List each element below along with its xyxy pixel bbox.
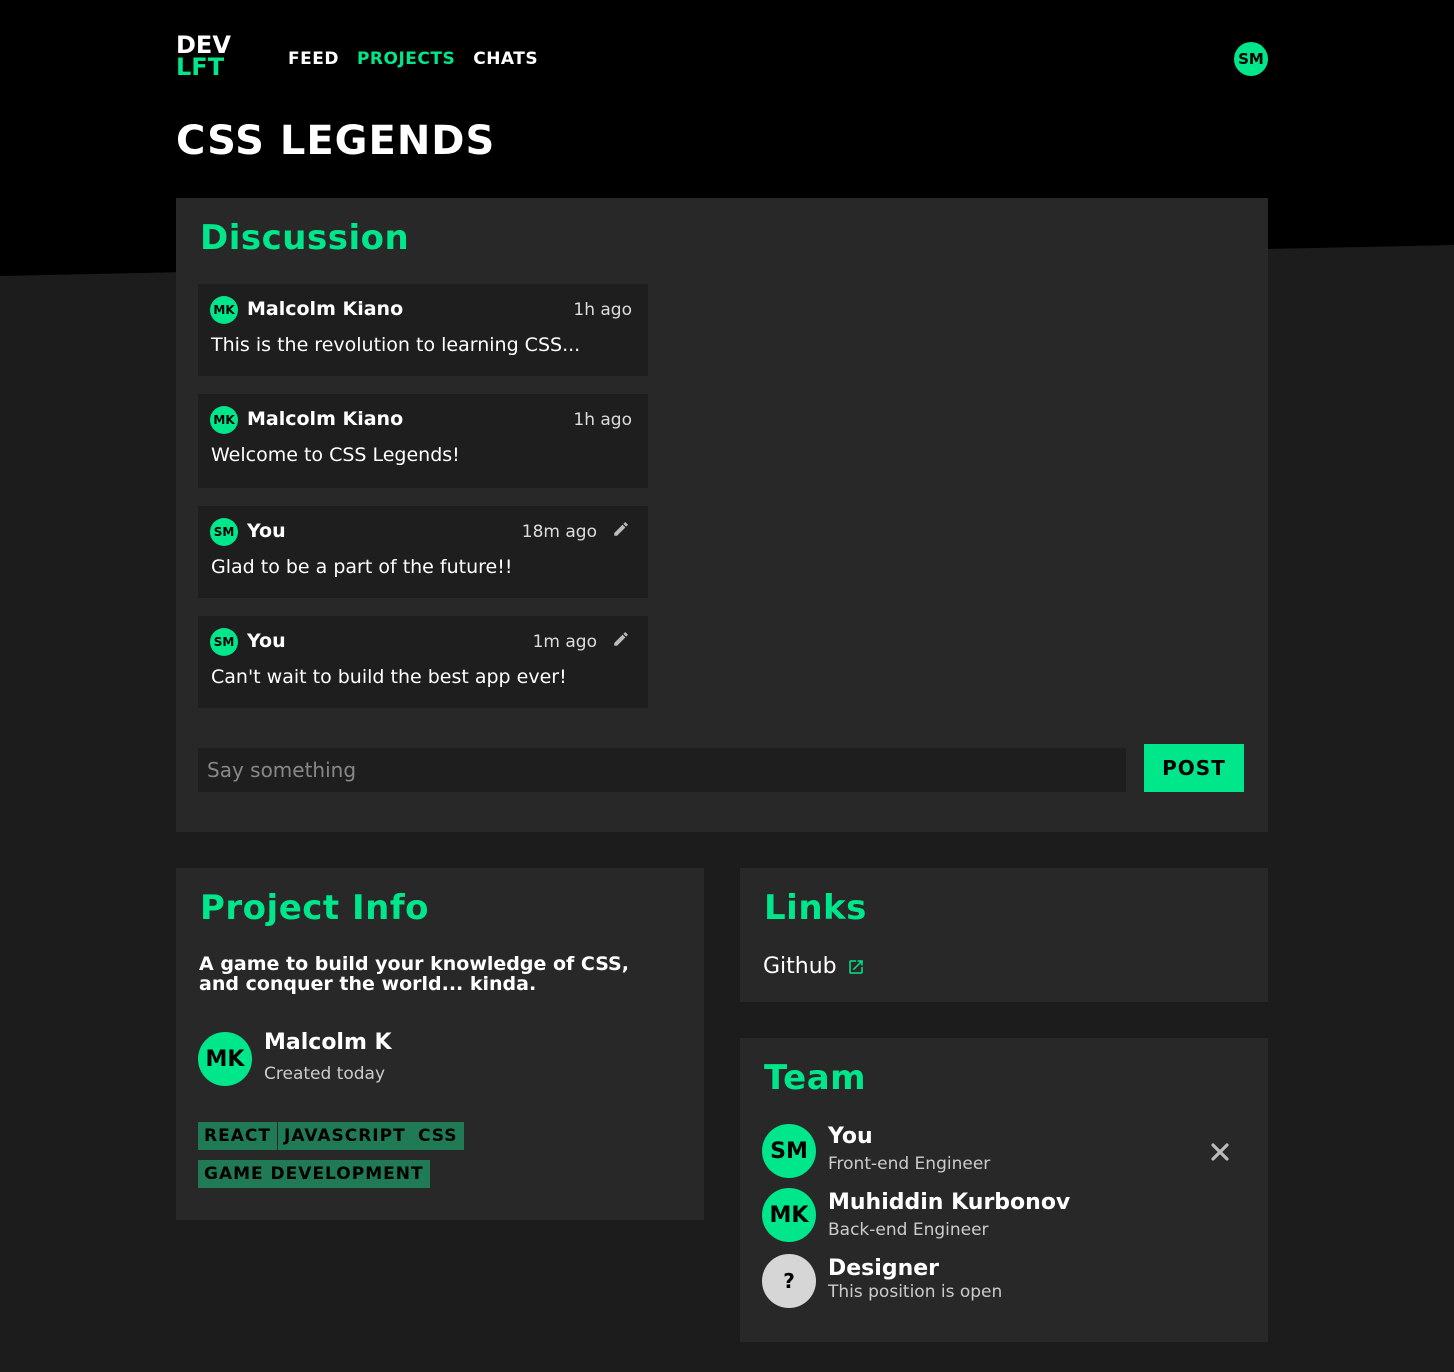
created-date: Created today	[264, 1064, 386, 1084]
main-nav: FEED PROJECTS CHATS	[288, 49, 538, 69]
message-input[interactable]	[198, 748, 1126, 792]
member-role: This position is open	[828, 1282, 1003, 1302]
message-author: You	[247, 520, 286, 542]
message: MK Malcolm Kiano 1h ago This is the revo…	[198, 284, 648, 376]
member-role: Front-end Engineer	[828, 1154, 991, 1174]
user-avatar[interactable]: SM	[1234, 42, 1268, 76]
creator-avatar[interactable]: MK	[198, 1032, 252, 1086]
message-avatar: MK	[210, 296, 238, 324]
discussion-card: Discussion MK Malcolm Kiano 1h ago This …	[176, 198, 1268, 832]
message-text: Can't wait to build the best app ever!	[211, 666, 567, 688]
nav-chats[interactable]: CHATS	[473, 49, 538, 69]
external-link-icon	[848, 959, 863, 974]
team-title: Team	[764, 1058, 867, 1098]
discussion-title: Discussion	[200, 218, 410, 258]
message: SM You 1m ago Can't wait to build the be…	[198, 616, 648, 708]
tag[interactable]: JAVASCRIPT	[278, 1122, 412, 1150]
nav-feed[interactable]: FEED	[288, 49, 339, 69]
message-time: 1h ago	[573, 300, 632, 320]
edit-icon[interactable]	[612, 520, 630, 538]
message-time: 1m ago	[532, 632, 597, 652]
page-title: CSS LEGENDS	[176, 118, 496, 164]
message-avatar: SM	[210, 518, 238, 546]
message-avatar: SM	[210, 628, 238, 656]
tag[interactable]: REACT	[198, 1122, 277, 1150]
member-name[interactable]: Muhiddin Kurbonov	[828, 1190, 1070, 1215]
message-avatar: MK	[210, 406, 238, 434]
post-button[interactable]: POST	[1144, 744, 1244, 792]
message: MK Malcolm Kiano 1h ago Welcome to CSS L…	[198, 394, 648, 488]
tag[interactable]: GAME DEVELOPMENT	[198, 1160, 430, 1188]
member-avatar[interactable]: MK	[762, 1188, 816, 1242]
creator-name[interactable]: Malcolm K	[264, 1030, 392, 1055]
message-author: Malcolm Kiano	[247, 408, 404, 430]
logo[interactable]: DEV LFT	[176, 33, 231, 81]
team-card: Team SM You Front-end Engineer MK Muhidd…	[740, 1038, 1268, 1342]
open-position-avatar[interactable]: ?	[762, 1254, 816, 1308]
message-time: 1h ago	[573, 410, 632, 430]
message-text: This is the revolution to learning CSS..…	[211, 334, 581, 356]
message-text: Welcome to CSS Legends!	[211, 444, 460, 466]
message: SM You 18m ago Glad to be a part of the …	[198, 506, 648, 598]
member-name[interactable]: You	[828, 1124, 873, 1149]
message-author: Malcolm Kiano	[247, 298, 404, 320]
nav-projects[interactable]: PROJECTS	[357, 49, 455, 69]
member-avatar[interactable]: SM	[762, 1124, 816, 1178]
message-text: Glad to be a part of the future!!	[211, 556, 513, 578]
links-card: Links Github	[740, 868, 1268, 1002]
message-time: 18m ago	[521, 522, 597, 542]
edit-icon[interactable]	[612, 630, 630, 648]
close-icon[interactable]	[1208, 1140, 1232, 1164]
links-title: Links	[764, 888, 867, 928]
project-info-card: Project Info A game to build your knowle…	[176, 868, 704, 1220]
project-description: A game to build your knowledge of CSS, a…	[199, 953, 629, 995]
project-info-title: Project Info	[200, 888, 430, 928]
message-author: You	[247, 630, 286, 652]
member-name[interactable]: Designer	[828, 1256, 939, 1281]
github-link[interactable]: Github	[763, 954, 865, 979]
logo-line-2: LFT	[176, 53, 225, 81]
github-link-label: Github	[763, 954, 837, 979]
tag[interactable]: CSS	[412, 1122, 464, 1150]
member-role: Back-end Engineer	[828, 1220, 989, 1240]
